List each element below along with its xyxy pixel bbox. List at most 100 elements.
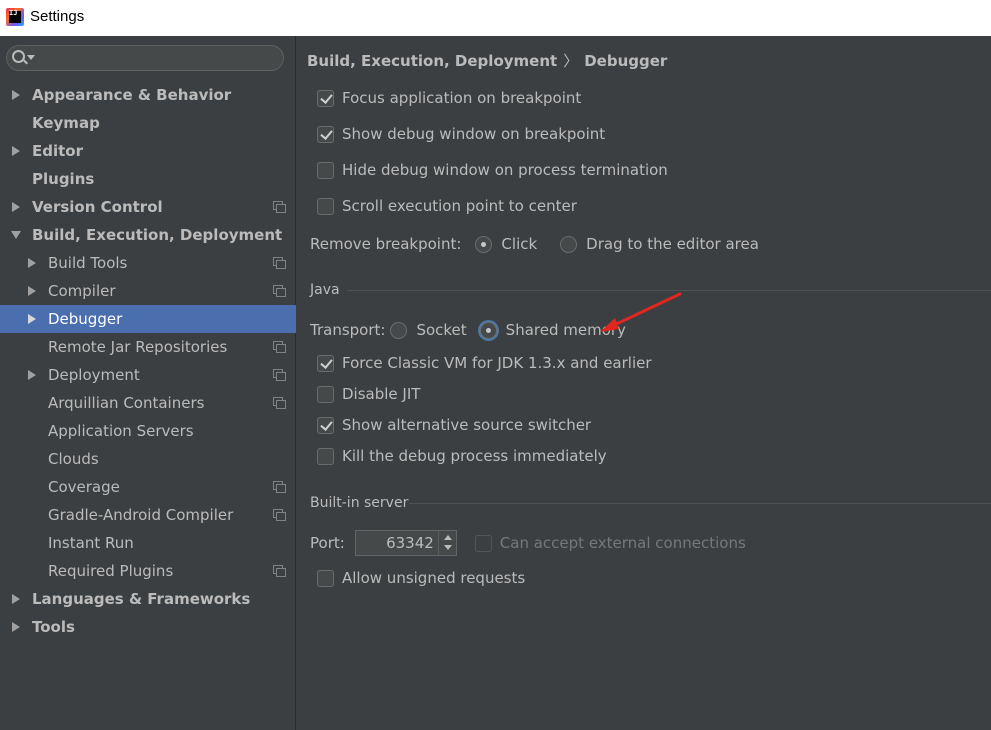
remove-click-radio[interactable] — [475, 235, 493, 253]
transport-shared-memory-label[interactable]: Shared memory — [506, 321, 626, 339]
allow-unsigned-row[interactable]: Allow unsigned requests — [317, 567, 525, 589]
sidebar-item-label: Application Servers — [48, 422, 194, 440]
scroll-exec-point-row[interactable]: Scroll execution point to center — [317, 195, 577, 217]
expand-arrow-icon[interactable] — [28, 314, 36, 324]
settings-sidebar: Appearance & Behavior Keymap Editor Plugins… — [0, 36, 296, 730]
sidebar-item-label: Arquillian Containers — [48, 394, 205, 412]
sidebar-item-label: Debugger — [48, 310, 123, 328]
breadcrumb-separator-icon: 〉 — [563, 52, 579, 70]
expand-arrow-icon[interactable] — [28, 370, 36, 380]
sidebar-item-debugger[interactable]: Debugger — [0, 305, 296, 333]
sidebar-item-gradle-android-compiler[interactable]: Gradle-Android Compiler — [0, 501, 296, 529]
collapse-arrow-icon[interactable] — [11, 231, 21, 239]
sidebar-item-coverage[interactable]: Coverage — [0, 473, 296, 501]
remove-breakpoint-label: Remove breakpoint: — [310, 235, 462, 253]
remove-breakpoint-row: Remove breakpoint: Click Drag to the edi… — [310, 232, 759, 256]
hide-debug-window-checkbox[interactable] — [317, 161, 334, 179]
spinner-down-icon[interactable] — [443, 545, 452, 550]
project-level-icon — [273, 481, 286, 493]
breadcrumb: Build, Execution, Deployment 〉 Debugger — [307, 50, 667, 71]
sidebar-item-remote-jar-repositories[interactable]: Remote Jar Repositories — [0, 333, 296, 361]
expand-arrow-icon[interactable] — [28, 258, 36, 268]
search-options-caret-icon[interactable] — [27, 55, 35, 60]
allow-unsigned-label[interactable]: Allow unsigned requests — [342, 569, 525, 587]
breadcrumb-parent[interactable]: Build, Execution, Deployment — [307, 52, 557, 70]
sidebar-item-build-execution-deployment[interactable]: Build, Execution, Deployment — [0, 221, 296, 249]
sidebar-item-build-tools[interactable]: Build Tools — [0, 249, 296, 277]
accept-external-checkbox[interactable] — [474, 534, 492, 552]
project-level-icon — [273, 509, 286, 521]
show-alt-source-checkbox[interactable] — [317, 416, 334, 434]
expand-arrow-icon[interactable] — [12, 90, 20, 100]
sidebar-item-application-servers[interactable]: Application Servers — [0, 417, 296, 445]
project-level-icon — [273, 201, 286, 213]
allow-unsigned-checkbox[interactable] — [317, 569, 334, 587]
expand-arrow-icon[interactable] — [12, 594, 20, 604]
sidebar-item-label: Version Control — [32, 198, 163, 216]
sidebar-item-compiler[interactable]: Compiler — [0, 277, 296, 305]
disable-jit-label[interactable]: Disable JIT — [342, 385, 420, 403]
sidebar-item-arquillian-containers[interactable]: Arquillian Containers — [0, 389, 296, 417]
kill-debug-process-row[interactable]: Kill the debug process immediately — [317, 445, 607, 467]
disable-jit-row[interactable]: Disable JIT — [317, 383, 420, 405]
sidebar-item-label: Deployment — [48, 366, 140, 384]
port-spinner-buttons[interactable] — [437, 531, 456, 555]
sidebar-item-label: Gradle-Android Compiler — [48, 506, 234, 524]
sidebar-item-version-control[interactable]: Version Control — [0, 193, 296, 221]
spinner-up-icon[interactable] — [443, 535, 452, 540]
expand-arrow-icon[interactable] — [28, 286, 36, 296]
hide-debug-window-row[interactable]: Hide debug window on process termination — [317, 159, 668, 181]
kill-debug-process-label[interactable]: Kill the debug process immediately — [342, 447, 607, 465]
sidebar-item-label: Coverage — [48, 478, 120, 496]
remove-click-label[interactable]: Click — [501, 235, 537, 253]
transport-shared-memory-radio[interactable] — [479, 321, 497, 339]
show-debug-window-checkbox[interactable] — [317, 125, 334, 143]
hide-debug-window-label[interactable]: Hide debug window on process termination — [342, 161, 668, 179]
sidebar-item-editor[interactable]: Editor — [0, 137, 296, 165]
transport-row: Transport: Socket Shared memory — [310, 318, 626, 342]
accept-external-label[interactable]: Can accept external connections — [500, 534, 746, 552]
expand-arrow-icon[interactable] — [12, 622, 20, 632]
project-level-icon — [273, 341, 286, 353]
project-level-icon — [273, 285, 286, 297]
transport-socket-label[interactable]: Socket — [416, 321, 466, 339]
scroll-exec-point-label[interactable]: Scroll execution point to center — [342, 197, 577, 215]
title-bar: IJ Settings — [0, 0, 991, 36]
java-section-title: Java — [310, 282, 340, 298]
sidebar-item-plugins[interactable]: Plugins — [0, 165, 296, 193]
show-alt-source-row[interactable]: Show alternative source switcher — [317, 414, 591, 436]
port-row: Port: 63342 Can accept external connecti… — [310, 529, 746, 557]
show-alt-source-label[interactable]: Show alternative source switcher — [342, 416, 591, 434]
disable-jit-checkbox[interactable] — [317, 385, 334, 403]
force-classic-vm-checkbox[interactable] — [317, 354, 334, 372]
sidebar-item-label: Keymap — [32, 114, 100, 132]
sidebar-item-deployment[interactable]: Deployment — [0, 361, 296, 389]
focus-on-breakpoint-label[interactable]: Focus application on breakpoint — [342, 89, 581, 107]
builtin-server-section-divider — [409, 503, 991, 504]
sidebar-item-clouds[interactable]: Clouds — [0, 445, 296, 473]
remove-drag-label[interactable]: Drag to the editor area — [586, 235, 759, 253]
focus-on-breakpoint-row[interactable]: Focus application on breakpoint — [317, 87, 581, 109]
expand-arrow-icon[interactable] — [12, 202, 20, 212]
show-debug-window-label[interactable]: Show debug window on breakpoint — [342, 125, 605, 143]
sidebar-item-keymap[interactable]: Keymap — [0, 109, 296, 137]
transport-socket-radio[interactable] — [390, 321, 408, 339]
sidebar-item-appearance-behavior[interactable]: Appearance & Behavior — [0, 81, 296, 109]
focus-on-breakpoint-checkbox[interactable] — [317, 89, 334, 107]
sidebar-item-languages-frameworks[interactable]: Languages & Frameworks — [0, 585, 296, 613]
remove-drag-radio[interactable] — [560, 235, 578, 253]
search-icon[interactable] — [12, 50, 25, 63]
kill-debug-process-checkbox[interactable] — [317, 447, 334, 465]
sidebar-item-instant-run[interactable]: Instant Run — [0, 529, 296, 557]
sidebar-item-tools[interactable]: Tools — [0, 613, 296, 641]
scroll-exec-point-checkbox[interactable] — [317, 197, 334, 215]
sidebar-item-required-plugins[interactable]: Required Plugins — [0, 557, 296, 585]
expand-arrow-icon[interactable] — [12, 146, 20, 156]
port-spinner[interactable]: 63342 — [354, 530, 457, 556]
force-classic-vm-row[interactable]: Force Classic VM for JDK 1.3.x and earli… — [317, 352, 652, 374]
force-classic-vm-label[interactable]: Force Classic VM for JDK 1.3.x and earli… — [342, 354, 652, 372]
sidebar-item-label: Editor — [32, 142, 83, 160]
port-value[interactable]: 63342 — [386, 534, 434, 552]
search-input[interactable] — [6, 45, 284, 71]
show-debug-window-row[interactable]: Show debug window on breakpoint — [317, 123, 605, 145]
